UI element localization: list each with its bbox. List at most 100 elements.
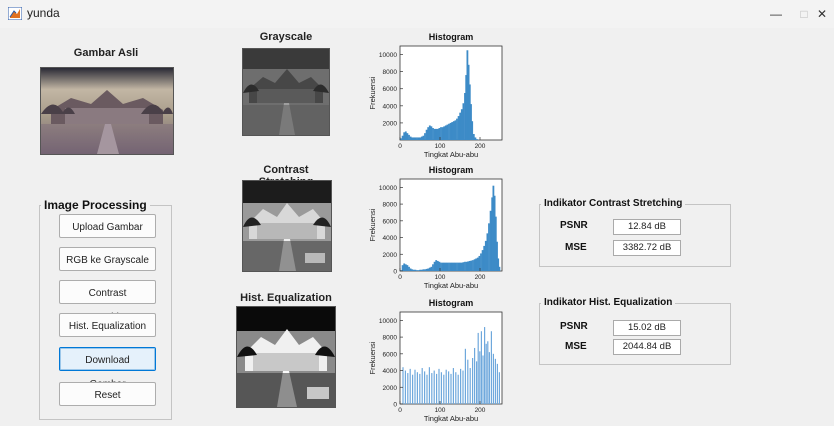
grayscale-image (242, 48, 330, 136)
histogram-bar (445, 369, 447, 404)
histogram-bar (412, 374, 414, 404)
original-image-label: Gambar Asli (73, 47, 139, 59)
histogram-bar (498, 266, 501, 271)
histogram-bar (404, 264, 407, 271)
contrast-stretching-button[interactable]: Contrast Stretching (59, 280, 156, 323)
window-title: yunda (27, 6, 60, 20)
close-button[interactable]: ✕ (808, 4, 834, 24)
histogram-bar (406, 265, 409, 271)
histogram-bar (424, 133, 426, 140)
histogram-bar (456, 118, 458, 140)
histogram-bar (457, 374, 459, 404)
histogram-bar (457, 116, 460, 140)
histogram-bar (438, 368, 440, 404)
histeq-psnr-value: 15.02 dB (613, 320, 681, 336)
y-tick-label: 2000 (383, 385, 398, 392)
histogram-bar (484, 240, 487, 271)
rgb-to-grayscale-button[interactable]: RGB ke Grayscale (59, 247, 156, 271)
histogram-bar (446, 124, 449, 140)
histogram-bar (420, 136, 423, 140)
contrast-mse-label: MSE (565, 242, 587, 253)
contrast-psnr-value: 12.84 dB (613, 219, 681, 235)
histogram-bar (422, 135, 425, 140)
y-tick-label: 0 (393, 269, 397, 276)
y-tick-label: 8000 (383, 202, 398, 209)
histogram-bar (470, 260, 473, 271)
histogram-bar (473, 259, 476, 271)
upload-image-button[interactable]: Upload Gambar (59, 214, 156, 238)
histogram-bar (471, 121, 474, 140)
histogram-bar (441, 262, 444, 271)
histogram-bar (464, 348, 466, 404)
minimize-button[interactable]: — (762, 4, 790, 24)
histogram-bar (477, 332, 479, 404)
histogram-bar (426, 374, 428, 404)
histogram-bar (416, 137, 418, 140)
histogram-bar (452, 121, 455, 140)
x-axis-label: Tingkat Abu-abu (424, 414, 478, 423)
histogram-bar (425, 129, 428, 140)
histogram-bar (452, 262, 455, 271)
histogram-bar (451, 122, 454, 140)
histogram-bar (408, 266, 410, 271)
y-tick-label: 6000 (383, 86, 398, 93)
histogram-bar (435, 128, 438, 140)
y-tick-label: 10000 (379, 52, 397, 59)
histogram-bar (479, 351, 481, 404)
histogram-bar (416, 270, 418, 271)
contrast-stretched-image (242, 180, 332, 272)
histogram-bar (481, 250, 484, 271)
y-tick-label: 4000 (383, 368, 398, 375)
histogram-bar (444, 125, 447, 140)
histogram-bar (476, 139, 478, 140)
histogram-bar (400, 138, 402, 140)
y-tick-label: 6000 (383, 351, 398, 358)
histogram-bar (480, 331, 482, 404)
grayscale-label: Grayscale (259, 31, 313, 43)
download-image-button[interactable]: Download Gambar (59, 347, 156, 390)
histogram-bar (454, 120, 457, 140)
histogram-bar (462, 370, 464, 404)
histogram-bar (404, 131, 407, 140)
histogram-bar (443, 374, 445, 404)
histogram-bar (409, 136, 412, 140)
histogram-bar (476, 257, 479, 271)
y-tick-label: 2000 (383, 252, 398, 259)
grayscale-histogram-chart: Histogram 2000 4000 6000 8000 10000 0 100 200Tin… (368, 32, 503, 159)
y-tick-label: 4000 (383, 235, 398, 242)
y-tick-label: 10000 (379, 185, 397, 192)
histogram-bar (440, 372, 442, 404)
contrast-histogram-chart: Histogram 0 2000 4000 6000 8000 10000 0 100 200Ti… (368, 165, 503, 290)
histogram-bar (428, 267, 431, 271)
hist-equalized-image (236, 306, 336, 408)
histogram-bar (448, 262, 450, 271)
histogram-bar (492, 353, 494, 404)
histogram-bar (436, 260, 439, 271)
y-axis-label: Frekuensi (368, 208, 377, 241)
original-image (40, 67, 174, 155)
hist-equalization-label: Hist. Equalization (240, 292, 332, 304)
histogram-bar (433, 128, 436, 140)
histogram-bar (462, 103, 465, 140)
histogram-bar (401, 265, 404, 271)
histogram-bar (424, 371, 426, 404)
chart-title: Histogram (429, 32, 474, 42)
histogram-bar (476, 361, 478, 404)
histogram-bar (454, 262, 457, 271)
reset-button[interactable]: Reset (59, 382, 156, 406)
histogram-bar (498, 372, 500, 404)
hist-equalization-button[interactable]: Hist. Equalization (59, 313, 156, 337)
histogram-bar (483, 245, 486, 271)
histogram-bar (451, 262, 454, 271)
histogram-bar (456, 262, 458, 271)
histogram-bar (449, 262, 452, 271)
x-tick-label: 200 (475, 407, 486, 414)
contrast-mse-value: 3382.72 dB (613, 240, 681, 256)
histogram-bar (444, 262, 447, 271)
x-tick-label: 0 (398, 407, 402, 414)
histogram-bar (452, 368, 454, 404)
histogram-bar (414, 137, 417, 140)
histogram-bar (404, 370, 406, 404)
histogram-bar (408, 134, 410, 140)
x-tick-label: 200 (475, 143, 486, 150)
